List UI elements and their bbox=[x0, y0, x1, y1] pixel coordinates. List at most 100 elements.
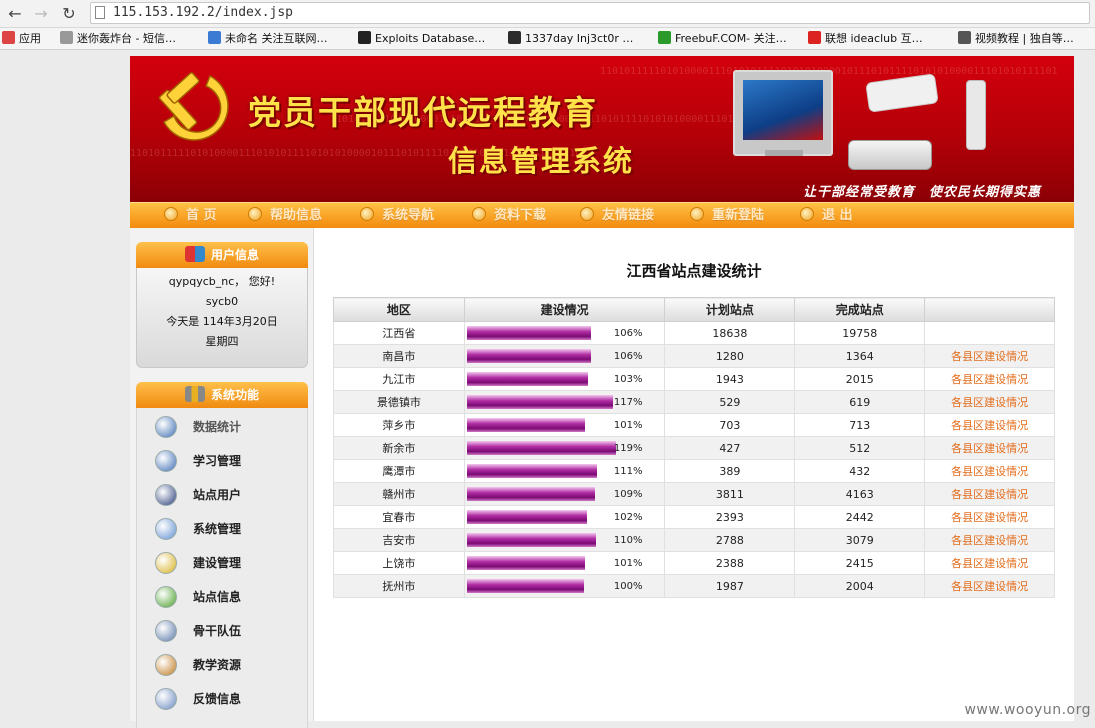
bookmark-item[interactable]: 应用 bbox=[2, 28, 41, 50]
region-cell: 吉安市 bbox=[333, 528, 465, 552]
bookmark-favicon-icon bbox=[508, 31, 521, 44]
bookmark-item[interactable]: 未命名 关注互联网… bbox=[208, 28, 328, 50]
progress-cell: 103% bbox=[463, 367, 666, 391]
county-detail-link[interactable]: 各县区建设情况 bbox=[951, 396, 1028, 409]
bookmark-item[interactable]: 迷你轰炸台 - 短信… bbox=[60, 28, 176, 50]
action-cell: 各县区建设情况 bbox=[924, 367, 1055, 391]
region-cell: 景德镇市 bbox=[333, 390, 465, 414]
browser-toolbar: ← → ↻ 115.153.192.2/index.jsp bbox=[0, 0, 1095, 28]
menu-item-4[interactable]: 系统管理 bbox=[147, 514, 307, 544]
forward-icon[interactable]: → bbox=[30, 3, 52, 25]
menu-item-label: 站点用户 bbox=[193, 488, 242, 502]
mail-icon bbox=[155, 688, 177, 710]
completed-cell: 619 bbox=[794, 390, 926, 414]
remote-image bbox=[966, 80, 986, 150]
table-row: 赣州市 109% 3811 4163 各县区建设情况 bbox=[333, 482, 1055, 506]
bookmark-item[interactable]: FreebuF.COM- 关注… bbox=[658, 28, 787, 50]
bookmark-item[interactable]: 1337day Inj3ct0r … bbox=[508, 28, 633, 50]
menu-item-label: 数据统计 bbox=[193, 420, 242, 434]
county-detail-link[interactable]: 各县区建设情况 bbox=[951, 534, 1028, 547]
county-detail-link[interactable]: 各县区建设情况 bbox=[951, 580, 1028, 593]
progress-cell: 117% bbox=[463, 390, 666, 414]
func-menu: 数据统计学习管理站点用户系统管理建设管理站点信息骨干队伍教学资源反馈信息 bbox=[136, 408, 308, 728]
bookmark-label: 未命名 关注互联网… bbox=[225, 32, 328, 45]
county-detail-link[interactable]: 各县区建设情况 bbox=[951, 488, 1028, 501]
completed-cell: 432 bbox=[794, 459, 926, 483]
action-cell: 各县区建设情况 bbox=[924, 505, 1055, 529]
menu-item-2[interactable]: 学习管理 bbox=[147, 446, 307, 476]
action-cell bbox=[924, 321, 1055, 345]
system-subtitle: 信息管理系统 bbox=[448, 144, 635, 178]
nav-bullet-icon bbox=[472, 207, 486, 221]
progress-bar bbox=[466, 464, 598, 478]
menu-item-8[interactable]: 教学资源 bbox=[147, 650, 307, 680]
menu-item-6[interactable]: 站点信息 bbox=[147, 582, 307, 612]
county-detail-link[interactable]: 各县区建设情况 bbox=[951, 373, 1028, 386]
nav-bullet-icon bbox=[580, 207, 594, 221]
progress-cell: 106% bbox=[463, 321, 666, 345]
menu-item-3[interactable]: 站点用户 bbox=[147, 480, 307, 510]
progress-bar bbox=[466, 556, 586, 570]
completed-cell: 4163 bbox=[794, 482, 926, 506]
nav-relogin[interactable]: 重新登陆 bbox=[690, 203, 764, 229]
menu-item-5[interactable]: 建设管理 bbox=[147, 548, 307, 578]
county-detail-link[interactable]: 各县区建设情况 bbox=[951, 442, 1028, 455]
nav-logout[interactable]: 退 出 bbox=[800, 203, 853, 229]
progress-percent: 109% bbox=[613, 489, 643, 500]
users-icon bbox=[184, 246, 205, 262]
action-cell: 各县区建设情况 bbox=[924, 390, 1055, 414]
col-completed: 完成站点 bbox=[794, 297, 926, 322]
bookmark-item[interactable]: 视频教程 | 独自等… bbox=[958, 28, 1074, 50]
users-icon bbox=[155, 484, 177, 506]
progress-percent: 111% bbox=[613, 466, 643, 477]
bookmark-favicon-icon bbox=[208, 31, 221, 44]
county-detail-link[interactable]: 各县区建设情况 bbox=[951, 465, 1028, 478]
bookmark-favicon-icon bbox=[958, 31, 971, 44]
bookmark-item[interactable]: Exploits Database… bbox=[358, 28, 485, 50]
address-bar[interactable]: 115.153.192.2/index.jsp bbox=[90, 2, 1090, 24]
menu-item-1[interactable]: 数据统计 bbox=[147, 412, 307, 442]
progress-percent: 110% bbox=[613, 535, 643, 546]
back-icon[interactable]: ← bbox=[4, 3, 26, 25]
nav-sitemap[interactable]: 系统导航 bbox=[360, 203, 434, 229]
ruler-icon bbox=[155, 654, 177, 676]
action-cell: 各县区建设情况 bbox=[924, 528, 1055, 552]
progress-cell: 106% bbox=[463, 344, 666, 368]
header-banner: 1101011111010100001110101011110101010000… bbox=[130, 56, 1074, 202]
action-cell: 各县区建设情况 bbox=[924, 436, 1055, 460]
nav-home[interactable]: 首 页 bbox=[164, 203, 217, 229]
bookmark-label: FreebuF.COM- 关注… bbox=[675, 32, 787, 45]
action-cell: 各县区建设情况 bbox=[924, 344, 1055, 368]
nav-download[interactable]: 资料下载 bbox=[472, 203, 546, 229]
county-detail-link[interactable]: 各县区建设情况 bbox=[951, 419, 1028, 432]
system-title: 党员干部现代远程教育 bbox=[248, 93, 598, 132]
region-cell: 南昌市 bbox=[333, 344, 465, 368]
progress-bar bbox=[466, 441, 616, 455]
progress-percent: 117% bbox=[613, 397, 643, 408]
settop-box-image bbox=[848, 140, 932, 170]
progress-percent: 106% bbox=[613, 351, 643, 362]
compass-icon bbox=[155, 552, 177, 574]
sidebar: 用户信息 qypqycb_nc， 您好! sycb0 今天是 114年3月20日… bbox=[130, 228, 314, 728]
menu-item-label: 骨干队伍 bbox=[193, 624, 242, 638]
progress-cell: 101% bbox=[463, 413, 666, 437]
menu-item-9[interactable]: 反馈信息 bbox=[147, 684, 307, 714]
planned-cell: 3811 bbox=[664, 482, 796, 506]
county-detail-link[interactable]: 各县区建设情况 bbox=[951, 511, 1028, 524]
county-detail-link[interactable]: 各县区建设情况 bbox=[951, 350, 1028, 363]
planned-cell: 529 bbox=[664, 390, 796, 414]
nav-help[interactable]: 帮助信息 bbox=[248, 203, 322, 229]
nav-links[interactable]: 友情链接 bbox=[580, 203, 654, 229]
menu-item-7[interactable]: 骨干队伍 bbox=[147, 616, 307, 646]
bookmark-label: 1337day Inj3ct0r … bbox=[525, 32, 634, 45]
nav-bullet-icon bbox=[360, 207, 374, 221]
completed-cell: 713 bbox=[794, 413, 926, 437]
reload-icon[interactable]: ↻ bbox=[58, 3, 80, 25]
action-cell: 各县区建设情况 bbox=[924, 482, 1055, 506]
county-detail-link[interactable]: 各县区建设情况 bbox=[951, 557, 1028, 570]
table-row: 九江市 103% 1943 2015 各县区建设情况 bbox=[333, 367, 1055, 391]
progress-cell: 100% bbox=[463, 574, 666, 598]
action-cell: 各县区建设情况 bbox=[924, 413, 1055, 437]
bookmark-item[interactable]: 联想 ideaclub 互… bbox=[808, 28, 923, 50]
completed-cell: 3079 bbox=[794, 528, 926, 552]
